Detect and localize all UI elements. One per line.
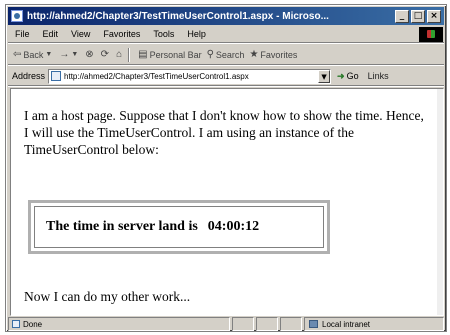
status-bar: Done Local intranet (8, 317, 444, 331)
menu-edit[interactable]: Edit (36, 29, 65, 39)
status-text: Done (23, 319, 43, 329)
standard-toolbar: ⇦ Back ▼ → ▼ ⊗ ⟳ ⌂ ▤ Personal Bar ⚲ Sear… (8, 45, 444, 65)
personal-bar-button[interactable]: ▤ Personal Bar (138, 49, 201, 60)
close-button[interactable]: × (427, 9, 441, 23)
time-value: 04:00:12 (207, 219, 260, 234)
status-pane (232, 317, 254, 331)
page-viewport[interactable]: I am a host page. Suppose that I don't k… (10, 88, 444, 316)
favorites-button[interactable]: ★ Favorites (249, 49, 297, 60)
search-button[interactable]: ⚲ Search (207, 49, 245, 60)
refresh-icon: ⟳ (100, 49, 110, 60)
address-label: Address (12, 71, 46, 81)
personal-bar-icon: ▤ (138, 49, 148, 60)
menu-view[interactable]: View (64, 29, 96, 39)
window-title: http://ahmed2/Chapter3/TestTimeUserContr… (27, 10, 329, 22)
time-user-control-inner: The time in server land is 04:00:12 (34, 206, 324, 248)
search-label: Search (215, 49, 245, 60)
menu-bar: File Edit View Favorites Tools Help (8, 26, 444, 43)
page-icon (51, 71, 62, 81)
address-input[interactable]: http://ahmed2/Chapter3/TestTimeUserContr… (48, 68, 332, 84)
menu-tools[interactable]: Tools (146, 29, 180, 39)
back-arrow-icon: ⇦ (13, 49, 22, 60)
zone-text: Local intranet (322, 319, 371, 329)
ie-page-icon (11, 10, 23, 22)
status-pane (280, 317, 302, 331)
home-button[interactable]: ⌂ (116, 49, 124, 60)
stop-icon: ⊗ (85, 49, 94, 60)
local-intranet-icon (309, 320, 318, 328)
menu-file[interactable]: File (8, 29, 36, 39)
favorites-label: Favorites (260, 49, 298, 60)
scrollbar-track[interactable] (437, 89, 443, 315)
go-label: Go (346, 71, 359, 81)
after-paragraph: Now I can do my other work... (24, 289, 191, 304)
go-button[interactable]: ➜ Go (337, 71, 359, 82)
address-url[interactable]: http://ahmed2/Chapter3/TestTimeUserContr… (64, 72, 318, 81)
status-main-pane: Done (8, 317, 230, 331)
back-label: Back (23, 49, 44, 60)
menu-favorites[interactable]: Favorites (96, 29, 146, 39)
page-done-icon (12, 320, 20, 328)
toolbar-separator (128, 47, 130, 62)
minimize-button[interactable]: _ (395, 9, 409, 23)
windows-logo-icon (419, 26, 443, 42)
security-zone-pane: Local intranet (304, 317, 444, 331)
address-bar: Address http://ahmed2/Chapter3/TestTimeU… (8, 67, 444, 86)
chevron-down-icon: ▼ (71, 51, 79, 58)
go-arrow-icon: ➜ (337, 70, 345, 81)
browser-window: http://ahmed2/Chapter3/TestTimeUserContr… (5, 4, 447, 332)
favorites-icon: ★ (249, 49, 259, 60)
intro-paragraph: I am a host page. Suppose that I don't k… (24, 108, 424, 157)
forward-arrow-icon: → (59, 49, 70, 60)
address-dropdown-button[interactable]: ▼ (318, 69, 331, 83)
time-label: The time in server land is (46, 219, 198, 234)
time-user-control: The time in server land is 04:00:12 (28, 200, 330, 254)
status-pane (256, 317, 278, 331)
back-button[interactable]: ⇦ Back ▼ (13, 49, 54, 60)
chevron-down-icon: ▼ (45, 51, 53, 58)
title-bar[interactable]: http://ahmed2/Chapter3/TestTimeUserContr… (8, 7, 444, 25)
menu-help[interactable]: Help (180, 29, 212, 39)
personal-bar-label: Personal Bar (149, 49, 202, 60)
stop-button[interactable]: ⊗ (85, 49, 95, 60)
home-icon: ⌂ (116, 49, 123, 60)
links-button[interactable]: Links (368, 71, 389, 81)
search-icon: ⚲ (206, 49, 214, 60)
maximize-button[interactable]: □ (411, 9, 425, 23)
refresh-button[interactable]: ⟳ (101, 49, 111, 60)
forward-button[interactable]: → ▼ (59, 49, 80, 60)
